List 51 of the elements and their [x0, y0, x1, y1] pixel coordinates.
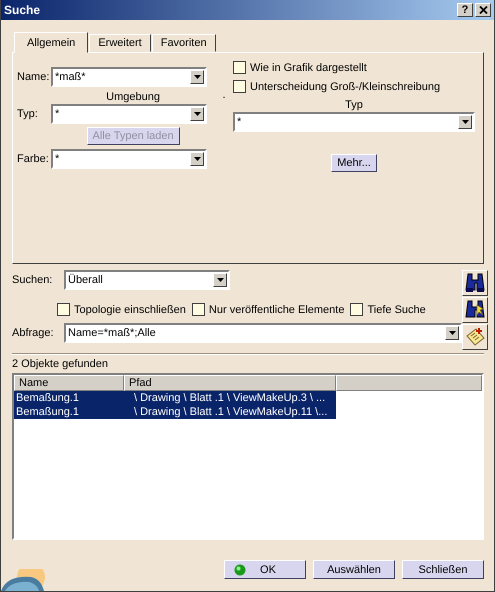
- field-label: Suchen:: [12, 274, 54, 286]
- tab[interactable]: Allgemein: [14, 32, 88, 53]
- table-cell: \ Drawing \ Blatt .1 \ ViewMakeUp.3 \ ...: [134, 391, 326, 405]
- column-header[interactable]: Name: [14, 375, 124, 391]
- color-combo[interactable]: *: [51, 149, 207, 169]
- search-button[interactable]: [462, 270, 488, 296]
- checkbox-label: Tiefe Suche: [367, 304, 426, 316]
- search-refine-button[interactable]: [462, 297, 488, 323]
- field-label: Typ:: [17, 108, 39, 120]
- column-heading: Typ: [344, 98, 364, 112]
- column-header[interactable]: Pfad: [124, 375, 336, 391]
- checkbox-label: Nur veröffentliche Elemente: [208, 304, 344, 316]
- status-dot-icon: [234, 564, 246, 576]
- close-button[interactable]: [475, 3, 491, 17]
- ok-button[interactable]: OK: [224, 560, 306, 579]
- name-combo[interactable]: *maß*: [51, 67, 207, 87]
- field-label: Abfrage:: [12, 327, 55, 339]
- tab[interactable]: Erweitert: [89, 34, 151, 52]
- close-icon: [478, 6, 488, 14]
- help-button[interactable]: ?: [457, 3, 473, 17]
- dot-mark: .: [222, 89, 226, 101]
- checkbox[interactable]: [233, 80, 246, 93]
- table-cell-text: Bemaßung.1: [15, 405, 80, 419]
- dialog-button[interactable]: Auswählen: [313, 560, 395, 579]
- checkbox[interactable]: [233, 61, 246, 74]
- column-heading: Umgebung: [105, 90, 161, 104]
- result-row[interactable]: Bemaßung.1 \ Drawing \ Blatt .1 \ ViewMakeUp.11 \...: [14, 405, 336, 419]
- window-title: Suche: [4, 3, 42, 17]
- query-combo[interactable]: Name=*maß*;Alle: [64, 323, 462, 343]
- field-label: Farbe:: [17, 153, 50, 165]
- result-row[interactable]: Bemaßung.1 \ Drawing \ Blatt .1 \ ViewMakeUp.3 \ ...: [14, 391, 336, 405]
- result-count: 2 Objekte gefunden: [12, 357, 110, 371]
- add-favorite-button[interactable]: [462, 324, 488, 350]
- type-combo[interactable]: *: [51, 104, 207, 124]
- type-combo[interactable]: *: [233, 112, 475, 132]
- checkbox[interactable]: [57, 303, 70, 316]
- tab[interactable]: Favoriten: [152, 34, 216, 52]
- dialog-button[interactable]: Schließen: [402, 560, 484, 579]
- checkbox-label: Wie in Grafik dargestellt: [250, 62, 367, 74]
- table-cell: \ Drawing \ Blatt .1 \ ViewMakeUp.11 \...: [134, 405, 328, 419]
- search-scope-combo[interactable]: Überall: [64, 270, 230, 290]
- checkbox-label: Unterscheidung Groß-/Kleinschreibung: [250, 80, 440, 92]
- table-cell-text: Bemaßung.1: [15, 391, 80, 405]
- note-plus-icon: [465, 327, 485, 347]
- checkbox[interactable]: [192, 303, 205, 316]
- checkbox[interactable]: [350, 303, 364, 316]
- binoculars-icon: [465, 272, 485, 294]
- globe-drawing: [1, 569, 46, 591]
- more-button[interactable]: Mehr...: [331, 154, 377, 172]
- field-label: Name:: [17, 71, 50, 83]
- checkbox-label: Topologie einschließen: [74, 304, 186, 316]
